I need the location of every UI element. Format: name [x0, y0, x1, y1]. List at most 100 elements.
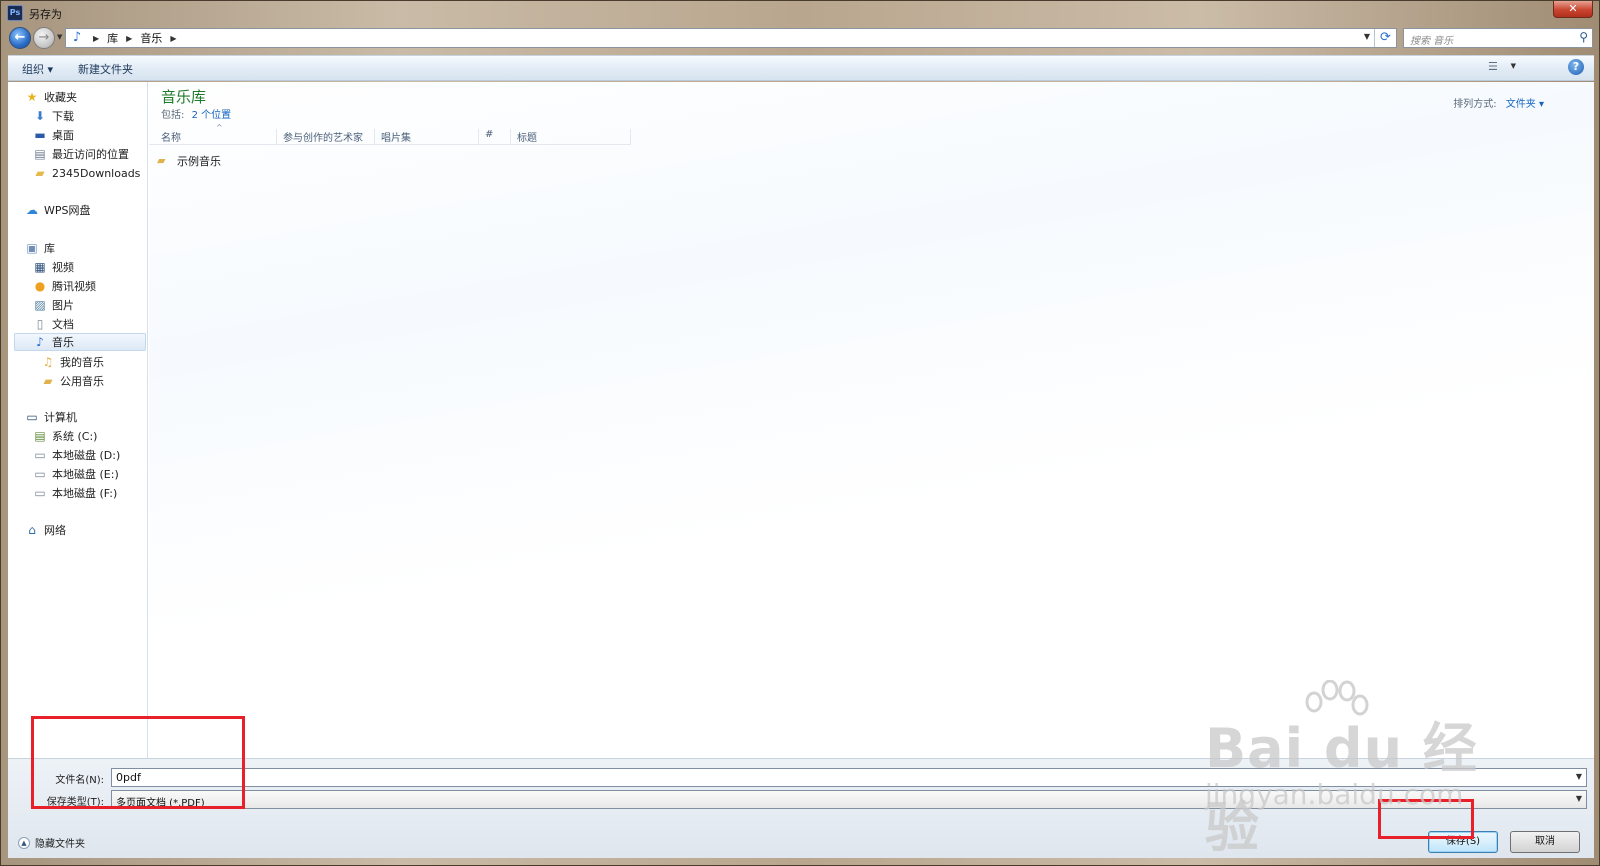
sidebar-item-label: 我的音乐 — [60, 356, 104, 369]
sidebar-item-label: 2345Downloads — [52, 166, 141, 180]
sidebar-item-label: 计算机 — [44, 411, 77, 424]
file-list-pane[interactable]: 音乐库 包括: 2 个位置 排列方式: 文件夹 ▾ ^ 名称 参与创作的艺术家 … — [149, 82, 1594, 758]
chevron-right-icon[interactable]: ▶ — [126, 34, 132, 43]
download-folder-icon: ⬇ — [34, 109, 46, 123]
folder-icon: ▰ — [35, 166, 45, 180]
sidebar-item-pictures[interactable]: ▨ 图片 — [32, 296, 74, 314]
sidebar-item-recent-places[interactable]: ▤ 最近访问的位置 — [32, 145, 129, 163]
breadcrumb-music[interactable]: 音乐 — [140, 30, 162, 46]
sidebar-item-tencent-video[interactable]: ● 腾讯视频 — [32, 277, 96, 295]
help-icon[interactable]: ? — [1568, 59, 1584, 75]
content-area: ★ 收藏夹 ⬇ 下载 ▬ 桌面 ▤ 最近访问的位置 ▰ 2345Download… — [8, 82, 1594, 758]
column-header-name[interactable]: 名称 — [155, 129, 277, 145]
close-button[interactable]: ✕ — [1553, 1, 1593, 18]
sidebar-item-label: 网络 — [44, 524, 66, 537]
music-note-icon: ♪ — [72, 30, 82, 45]
sidebar-item-videos[interactable]: ▦ 视频 — [32, 258, 74, 276]
computer-icon: ▭ — [26, 410, 38, 424]
photoshop-app-icon: Ps — [7, 5, 23, 21]
hard-drive-icon: ▭ — [34, 486, 46, 500]
column-header-title[interactable]: 标题 — [511, 129, 631, 145]
sidebar-item-label: 本地磁盘 (D:) — [52, 449, 121, 462]
sidebar-item-label: 腾讯视频 — [52, 280, 96, 293]
library-icon: ▣ — [26, 241, 38, 255]
sidebar-item-computer[interactable]: ▭ 计算机 — [24, 408, 77, 426]
sidebar-item-drive-c[interactable]: ▤ 系统 (C:) — [32, 427, 97, 445]
hide-folders-toggle[interactable]: ▲ 隐藏文件夹 — [18, 835, 85, 850]
tencent-video-icon: ● — [34, 279, 46, 293]
hard-drive-icon: ▭ — [34, 448, 46, 462]
sidebar-item-favorites[interactable]: ★ 收藏夹 — [24, 88, 77, 106]
organize-button[interactable]: 组织 ▾ — [22, 61, 53, 77]
sidebar-item-2345downloads[interactable]: ▰ 2345Downloads — [32, 164, 140, 182]
music-note-icon: ♪ — [36, 335, 44, 349]
navigation-pane[interactable]: ★ 收藏夹 ⬇ 下载 ▬ 桌面 ▤ 最近访问的位置 ▰ 2345Download… — [8, 82, 148, 758]
sidebar-item-label: 系统 (C:) — [52, 430, 98, 443]
cancel-button[interactable]: 取消 — [1510, 831, 1580, 853]
sidebar-item-documents[interactable]: ▯ 文档 — [32, 315, 74, 333]
column-header-album[interactable]: 唱片集 — [375, 129, 479, 145]
chevron-down-icon[interactable]: ▼ — [1576, 772, 1582, 781]
sidebar-item-label: 音乐 — [52, 336, 74, 349]
documents-icon: ▯ — [36, 317, 44, 331]
column-header-row: ^ 名称 参与创作的艺术家 唱片集 # 标题 — [149, 123, 631, 145]
new-folder-button[interactable]: 新建文件夹 — [78, 61, 133, 77]
list-item[interactable]: ▰ 示例音乐 — [157, 152, 221, 170]
command-toolbar: 组织 ▾ 新建文件夹 ☰ ▼ ? — [8, 55, 1594, 81]
sidebar-item-public-music[interactable]: ▰ 公用音乐 — [40, 372, 104, 390]
arrange-by-dropdown[interactable]: 文件夹 ▾ — [1506, 99, 1544, 110]
hard-drive-icon: ▭ — [34, 467, 46, 481]
chevron-right-icon[interactable]: ▶ — [170, 34, 176, 43]
recent-pages-dropdown-icon[interactable]: ▼ — [57, 33, 62, 41]
window-title: 另存为 — [29, 8, 62, 21]
sidebar-item-label: 最近访问的位置 — [52, 148, 129, 161]
arrange-label: 排列方式: — [1453, 99, 1497, 110]
forward-button[interactable]: → — [33, 27, 55, 49]
sidebar-item-label: 库 — [44, 242, 55, 255]
sidebar-item-drive-f[interactable]: ▭ 本地磁盘 (F:) — [32, 484, 117, 502]
sidebar-item-drive-d[interactable]: ▭ 本地磁盘 (D:) — [32, 446, 120, 464]
chevron-down-icon[interactable]: ▼ — [1576, 794, 1582, 803]
column-header-artist[interactable]: 参与创作的艺术家 — [277, 129, 375, 145]
sidebar-item-desktop[interactable]: ▬ 桌面 — [32, 126, 74, 144]
hide-folders-label: 隐藏文件夹 — [35, 839, 85, 850]
sidebar-item-drive-e[interactable]: ▭ 本地磁盘 (E:) — [32, 465, 118, 483]
library-locations-link[interactable]: 2 个位置 — [192, 110, 232, 121]
sidebar-item-my-music[interactable]: ♫ 我的音乐 — [40, 353, 104, 371]
folder-icon: ▰ — [43, 374, 53, 388]
sidebar-item-libraries[interactable]: ▣ 库 — [24, 239, 55, 257]
view-options-icon[interactable]: ☰ — [1488, 60, 1504, 74]
baidu-jingyan-watermark: Bai du 经验 jingyan.baidu.com — [1205, 680, 1505, 859]
refresh-icon[interactable]: ⟳ — [1374, 29, 1396, 47]
view-dropdown-icon[interactable]: ▼ — [1511, 62, 1516, 70]
sidebar-item-music[interactable]: ♪ 音乐 — [14, 333, 146, 351]
sidebar-item-wps-cloud[interactable]: ☁ WPS网盘 — [24, 201, 91, 219]
sidebar-item-label: 公用音乐 — [60, 375, 104, 388]
file-name: 示例音乐 — [177, 155, 221, 168]
address-bar[interactable]: ♪ ▶ 库 ▶ 音乐 ▶ ▼ ⟳ — [65, 28, 1397, 48]
search-icon[interactable]: ⚲ — [1579, 30, 1588, 44]
address-dropdown-icon[interactable]: ▼ — [1364, 32, 1370, 41]
sidebar-item-label: 视频 — [52, 261, 74, 274]
search-placeholder: 搜索 音乐 — [1410, 36, 1454, 47]
chevron-right-icon[interactable]: ▶ — [93, 34, 99, 43]
cloud-icon: ☁ — [26, 203, 38, 217]
search-input[interactable]: 搜索 音乐 ⚲ — [1403, 28, 1593, 48]
title-bar: Ps 另存为 ✕ — [1, 1, 1599, 25]
folder-icon: ▰ — [157, 154, 166, 167]
library-title: 音乐库 — [161, 88, 207, 106]
sidebar-item-downloads[interactable]: ⬇ 下载 — [32, 107, 74, 125]
library-includes: 包括: 2 个位置 — [161, 106, 231, 121]
sidebar-item-label: 收藏夹 — [44, 91, 77, 104]
watermark-url: jingyan.baidu.com — [1205, 778, 1464, 811]
back-button[interactable]: ← — [9, 27, 31, 49]
chevron-up-icon: ▲ — [18, 836, 30, 849]
navigation-bar: ← → ▼ ♪ ▶ 库 ▶ 音乐 ▶ ▼ ⟳ 搜索 音乐 ⚲ — [1, 25, 1599, 51]
sidebar-item-network[interactable]: ⌂ 网络 — [24, 521, 66, 539]
column-header-track-number[interactable]: # — [479, 129, 511, 145]
includes-label: 包括: — [161, 110, 185, 121]
arrange-by: 排列方式: 文件夹 ▾ — [1453, 95, 1544, 110]
breadcrumb-libraries[interactable]: 库 — [107, 30, 118, 46]
sidebar-item-label: 下载 — [52, 110, 74, 123]
network-icon: ⌂ — [28, 523, 36, 537]
